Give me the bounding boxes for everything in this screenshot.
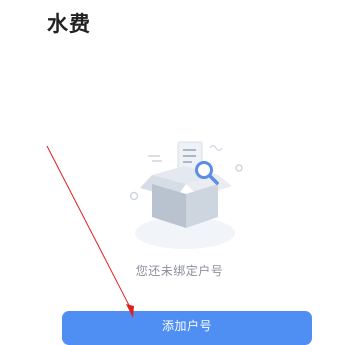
page-title: 水费 — [47, 12, 91, 36]
add-account-button[interactable]: 添加户号 — [62, 311, 312, 345]
empty-state-message: 您还未绑定户号 — [135, 264, 224, 278]
empty-box-search-icon — [120, 128, 250, 258]
